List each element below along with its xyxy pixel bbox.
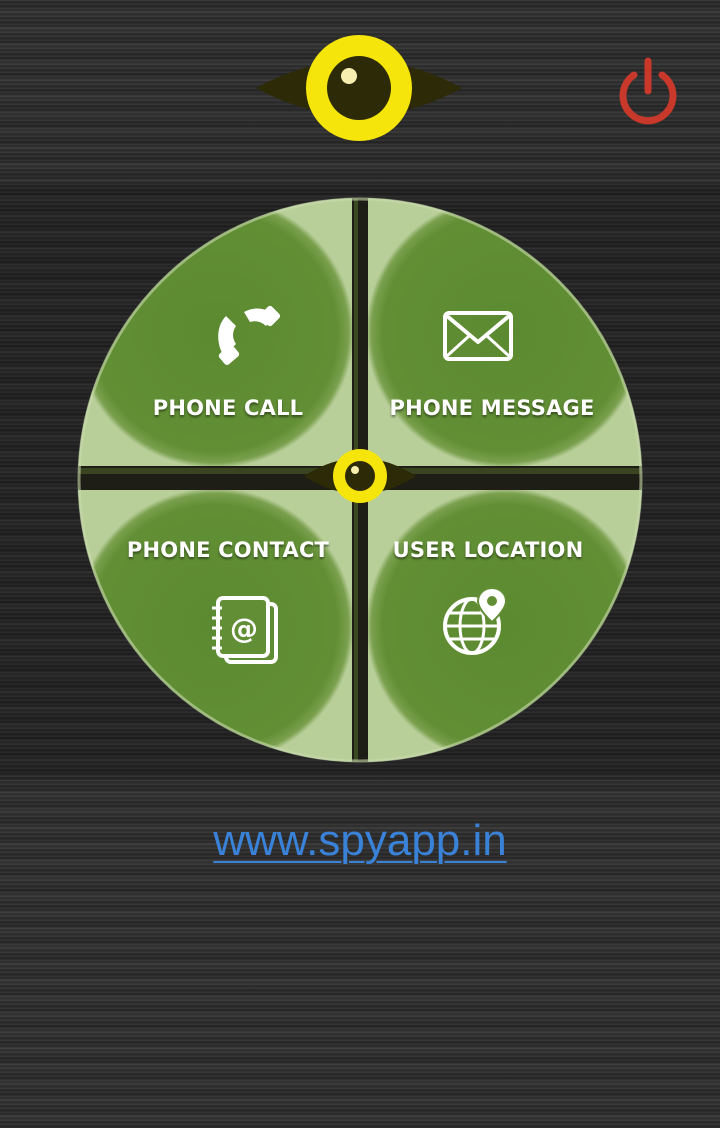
phone-message-label: PHONE MESSAGE [389, 396, 595, 420]
website-link[interactable]: www.spyapp.in [0, 816, 720, 866]
phone-contact-label: PHONE CONTACT [126, 538, 330, 562]
address-book-icon: @ [208, 596, 280, 670]
phone-call-label: PHONE CALL [152, 396, 304, 420]
svg-text:@: @ [230, 612, 258, 645]
eye-logo-icon [254, 34, 464, 142]
power-icon [619, 57, 677, 125]
globe-location-icon [440, 586, 512, 662]
envelope-icon [442, 310, 514, 366]
power-button[interactable] [612, 55, 684, 127]
user-location-label: USER LOCATION [392, 538, 584, 562]
phone-icon [214, 304, 281, 370]
